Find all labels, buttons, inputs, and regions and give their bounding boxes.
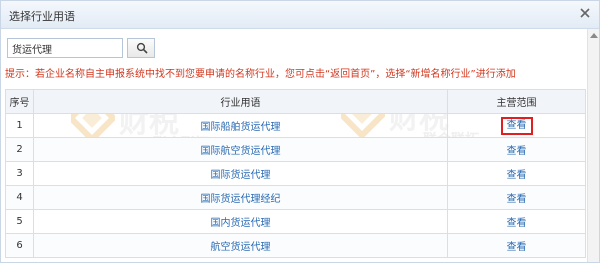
tip-text: 提示：若企业名称自主申报系统中找不到您要申请的名称行业，您可点击“返回首页”，选… [5,69,516,80]
dialog-title: 选择行业用语 [9,10,75,23]
scope-cell: 查看 [447,161,586,186]
table-header-row: 序号 行业用语 主营范围 [5,89,586,114]
table-row: 5 国内货运代理 查看 [5,209,586,234]
search-button[interactable] [127,38,155,58]
industry-term[interactable]: 国际船舶货运代理 [33,113,448,138]
scope-cell: 查看 [447,113,586,138]
industry-term-dialog: 选择行业用语 财税 联合联拓 财税 联合联拓 提示：若企业名称 [0,0,600,263]
scope-cell: 查看 [447,233,586,258]
view-scope-link[interactable]: 查看 [507,146,527,157]
view-scope-link[interactable]: 查看 [507,120,527,131]
search-icon [136,42,148,54]
view-scope-link[interactable]: 查看 [507,194,527,205]
table-row: 3 国际货运代理 查看 [5,161,586,186]
view-scope-link[interactable]: 查看 [507,218,527,229]
table-row: 1 国际船舶货运代理 查看 [5,113,586,138]
column-header-no: 序号 [5,89,34,114]
industry-term[interactable]: 国际货运代理经纪 [33,185,448,210]
industry-term[interactable]: 航空货运代理 [33,233,448,258]
scroll-up-arrow-icon[interactable] [590,33,598,38]
highlight-box: 查看 [500,116,533,135]
table-row: 6 航空货运代理 查看 [5,233,586,258]
table-row: 2 国际航空货运代理 查看 [5,137,586,162]
row-number: 5 [5,209,34,234]
view-scope-link[interactable]: 查看 [507,170,527,181]
row-number: 3 [5,161,34,186]
dialog-titlebar: 选择行业用语 [1,1,599,29]
row-number: 4 [5,185,34,210]
row-number: 1 [5,113,34,138]
industry-term[interactable]: 国际航空货运代理 [33,137,448,162]
row-number: 2 [5,137,34,162]
scope-cell: 查看 [447,185,586,210]
industry-term-table: 序号 行业用语 主营范围 1 国际船舶货运代理 查看 2 国际航空货运代理 查看… [5,89,586,258]
scope-cell: 查看 [447,209,586,234]
scope-cell: 查看 [447,137,586,162]
column-header-term: 行业用语 [33,89,448,114]
table-row: 4 国际货运代理经纪 查看 [5,185,586,210]
view-scope-link[interactable]: 查看 [507,242,527,253]
vertical-scrollbar[interactable] [587,29,599,262]
search-input[interactable] [7,38,123,58]
column-header-scope: 主营范围 [447,89,586,114]
industry-term[interactable]: 国际货运代理 [33,161,448,186]
row-number: 6 [5,233,34,258]
industry-term[interactable]: 国内货运代理 [33,209,448,234]
close-icon[interactable] [577,5,593,21]
